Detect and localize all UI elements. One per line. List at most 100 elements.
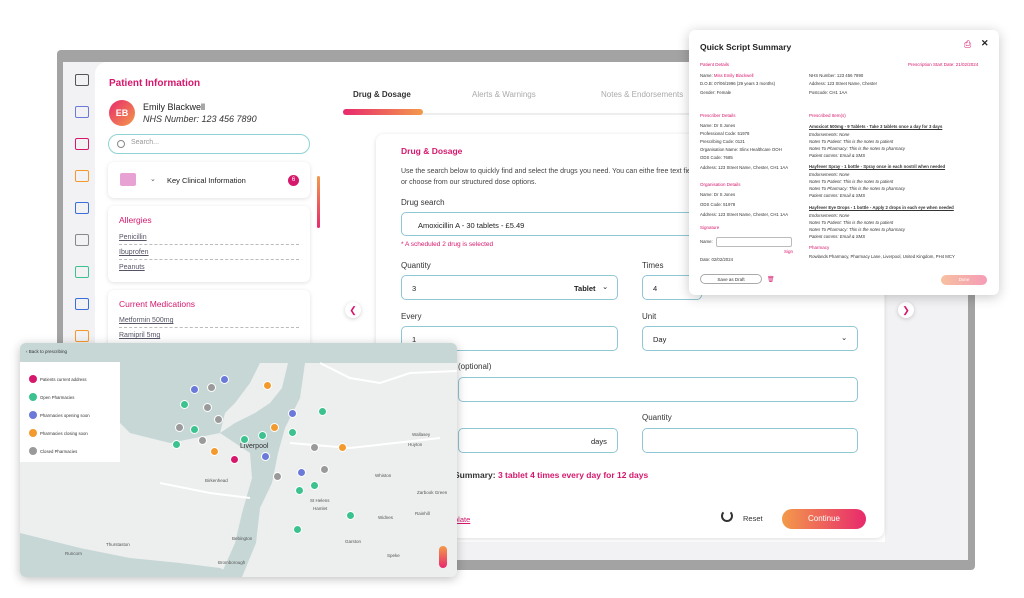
quantity-label: Quantity bbox=[401, 261, 431, 270]
reset-button[interactable]: Reset bbox=[743, 514, 763, 523]
signature-name-field[interactable] bbox=[716, 237, 792, 247]
pharmacy-pin[interactable] bbox=[214, 415, 223, 424]
close-icon[interactable]: ✕ bbox=[981, 38, 989, 49]
days-unit: days bbox=[591, 437, 607, 446]
unit-label: Unit bbox=[642, 312, 657, 321]
pharmacy-pin[interactable] bbox=[320, 465, 329, 474]
back-to-prescribing-link[interactable]: ‹ Back to prescribing bbox=[26, 349, 67, 354]
document-icon[interactable] bbox=[75, 170, 89, 182]
pharmacy-pin[interactable] bbox=[261, 452, 270, 461]
times-label: Times bbox=[642, 261, 664, 270]
users-icon[interactable] bbox=[75, 202, 89, 214]
pharmacy-pin[interactable] bbox=[288, 409, 297, 418]
map-icon[interactable] bbox=[75, 266, 89, 278]
quantity2-field[interactable] bbox=[642, 428, 858, 453]
place-label: Bebington bbox=[232, 536, 253, 541]
tab-notes-endorsements[interactable]: Notes & Endorsements bbox=[601, 90, 683, 99]
drug-search-field[interactable]: Amoxicillin A - 30 tablets - £5.49 bbox=[401, 212, 721, 236]
pharmacy-map[interactable]: ‹ Back to prescribing Patients current a… bbox=[20, 343, 457, 577]
pharmacy-pin[interactable] bbox=[273, 472, 282, 481]
pharmacy-pin[interactable] bbox=[172, 440, 181, 449]
pharmacy-pin[interactable] bbox=[295, 486, 304, 495]
tab-drug-dosage[interactable]: Drug & Dosage bbox=[353, 90, 411, 99]
pharmacy-pin[interactable] bbox=[288, 428, 297, 437]
qs-item-line: Endorsements: None bbox=[809, 172, 850, 177]
reset-icon[interactable] bbox=[721, 510, 733, 522]
quantity-unit-select[interactable]: Tablet bbox=[574, 284, 596, 293]
pharmacy-pin[interactable] bbox=[240, 435, 249, 444]
key-clinical-info-toggle[interactable]: ⌄ Key Clinical Information 6 bbox=[108, 162, 310, 198]
unit-select[interactable]: Day ⌄ bbox=[642, 326, 858, 351]
pharmacy-pin[interactable] bbox=[293, 525, 302, 534]
pharmacy-pin[interactable] bbox=[258, 431, 267, 440]
continue-button[interactable]: Continue bbox=[782, 509, 866, 529]
qs-org-line: ODS Code: 51978 bbox=[700, 202, 736, 207]
qs-name-value: Miss Emily Blackwell bbox=[713, 73, 754, 78]
print-icon[interactable]: ⎙ bbox=[964, 39, 971, 50]
every-label: Every bbox=[401, 312, 422, 321]
quantity-value: 3 bbox=[412, 284, 417, 293]
qs-gender: Gender: Female bbox=[700, 90, 732, 95]
done-button[interactable]: Done bbox=[941, 275, 987, 285]
qs-item-title: Amoxicot 500mg - 9 Tablets - Take 3 tabl… bbox=[809, 124, 943, 129]
legend-label: Closed Pharmacies bbox=[40, 449, 78, 454]
pharmacy-pin[interactable] bbox=[207, 383, 216, 392]
team-icon[interactable] bbox=[75, 234, 89, 246]
pharmacy-pin[interactable] bbox=[190, 385, 199, 394]
form-title: Drug & Dosage bbox=[401, 146, 463, 156]
chart-icon[interactable] bbox=[75, 106, 89, 118]
pharmacy-pin[interactable] bbox=[297, 468, 306, 477]
qs-postcode: Postcode: CH1 1AA bbox=[809, 90, 848, 95]
chat-icon[interactable] bbox=[75, 330, 89, 342]
qs-item-line: Endorsements: None bbox=[809, 213, 850, 218]
scrollbar[interactable] bbox=[317, 176, 320, 228]
save-draft-button[interactable]: Save as Draft bbox=[700, 274, 762, 284]
quantity-field[interactable]: 3 Tablet ⌄ bbox=[401, 275, 618, 300]
qs-prescriber-line: Organisation Name: Slinx Healthcare OOH bbox=[700, 147, 782, 152]
summary-value: 3 tablet 4 times every day for 12 days bbox=[497, 470, 649, 480]
next-arrow-icon[interactable]: ❯ bbox=[898, 302, 914, 318]
patient-location-pin[interactable] bbox=[230, 455, 239, 464]
legend-item: Closed Pharmacies bbox=[29, 447, 78, 455]
pharmacy-pin[interactable] bbox=[203, 403, 212, 412]
medication-item[interactable]: Metformin 500mg bbox=[119, 317, 299, 328]
tab-alerts-warnings[interactable]: Alerts & Warnings bbox=[472, 90, 536, 99]
pharmacy-pin[interactable] bbox=[338, 443, 347, 452]
optional-field[interactable] bbox=[458, 377, 858, 402]
pharmacy-pin[interactable] bbox=[198, 436, 207, 445]
pharmacy-pin[interactable] bbox=[310, 443, 319, 452]
legend-item: Open Pharmacies bbox=[29, 393, 74, 401]
qs-item-line: Endorsements: None bbox=[809, 132, 850, 137]
qs-org-h: Organisation Details bbox=[700, 182, 741, 187]
pharmacy-pin[interactable] bbox=[310, 481, 319, 490]
pharmacy-pin[interactable] bbox=[175, 423, 184, 432]
sign-link[interactable]: Sign bbox=[784, 249, 793, 254]
mail-icon[interactable] bbox=[75, 138, 89, 150]
pharmacy-pin[interactable] bbox=[180, 400, 189, 409]
trash-icon[interactable]: 🗑 bbox=[767, 276, 775, 283]
dosage-summary: Summary: 3 tablet 4 times every day for … bbox=[454, 470, 648, 480]
qs-item-line: Notes To Patient: This is the notes to p… bbox=[809, 179, 894, 184]
allergy-item[interactable]: Penicillin bbox=[119, 234, 299, 245]
duration-field[interactable]: days bbox=[458, 428, 618, 453]
pharmacy-pin[interactable] bbox=[190, 425, 199, 434]
map-zoom-control[interactable] bbox=[439, 546, 447, 568]
allergy-item[interactable]: Peanuts bbox=[119, 264, 299, 274]
map-legend: Patients current address Open Pharmacies… bbox=[20, 362, 120, 462]
key-clinical-label: Key Clinical Information bbox=[167, 176, 246, 185]
allergy-item[interactable]: Ibuprofen bbox=[119, 249, 299, 260]
pharmacy-pin[interactable] bbox=[210, 447, 219, 456]
qs-pharmacy: Rowlands Pharmacy, Pharmacy Lane, Liverp… bbox=[809, 254, 955, 259]
qs-item-line: Patient comms: Email & SMS bbox=[809, 153, 866, 158]
pharmacy-pin[interactable] bbox=[346, 511, 355, 520]
medication-item[interactable]: Ramipril 5mg bbox=[119, 332, 299, 342]
calendar-icon[interactable] bbox=[75, 298, 89, 310]
pharmacy-pin[interactable] bbox=[270, 423, 279, 432]
pharmacy-pin[interactable] bbox=[318, 407, 327, 416]
grid-icon[interactable] bbox=[75, 74, 89, 86]
pharmacy-pin[interactable] bbox=[263, 381, 272, 390]
legend-label: Pharmacies closing soon bbox=[40, 431, 88, 436]
search-input[interactable]: Search... bbox=[108, 134, 310, 154]
prev-arrow-icon[interactable]: ❮ bbox=[345, 302, 361, 318]
pharmacy-pin[interactable] bbox=[220, 375, 229, 384]
